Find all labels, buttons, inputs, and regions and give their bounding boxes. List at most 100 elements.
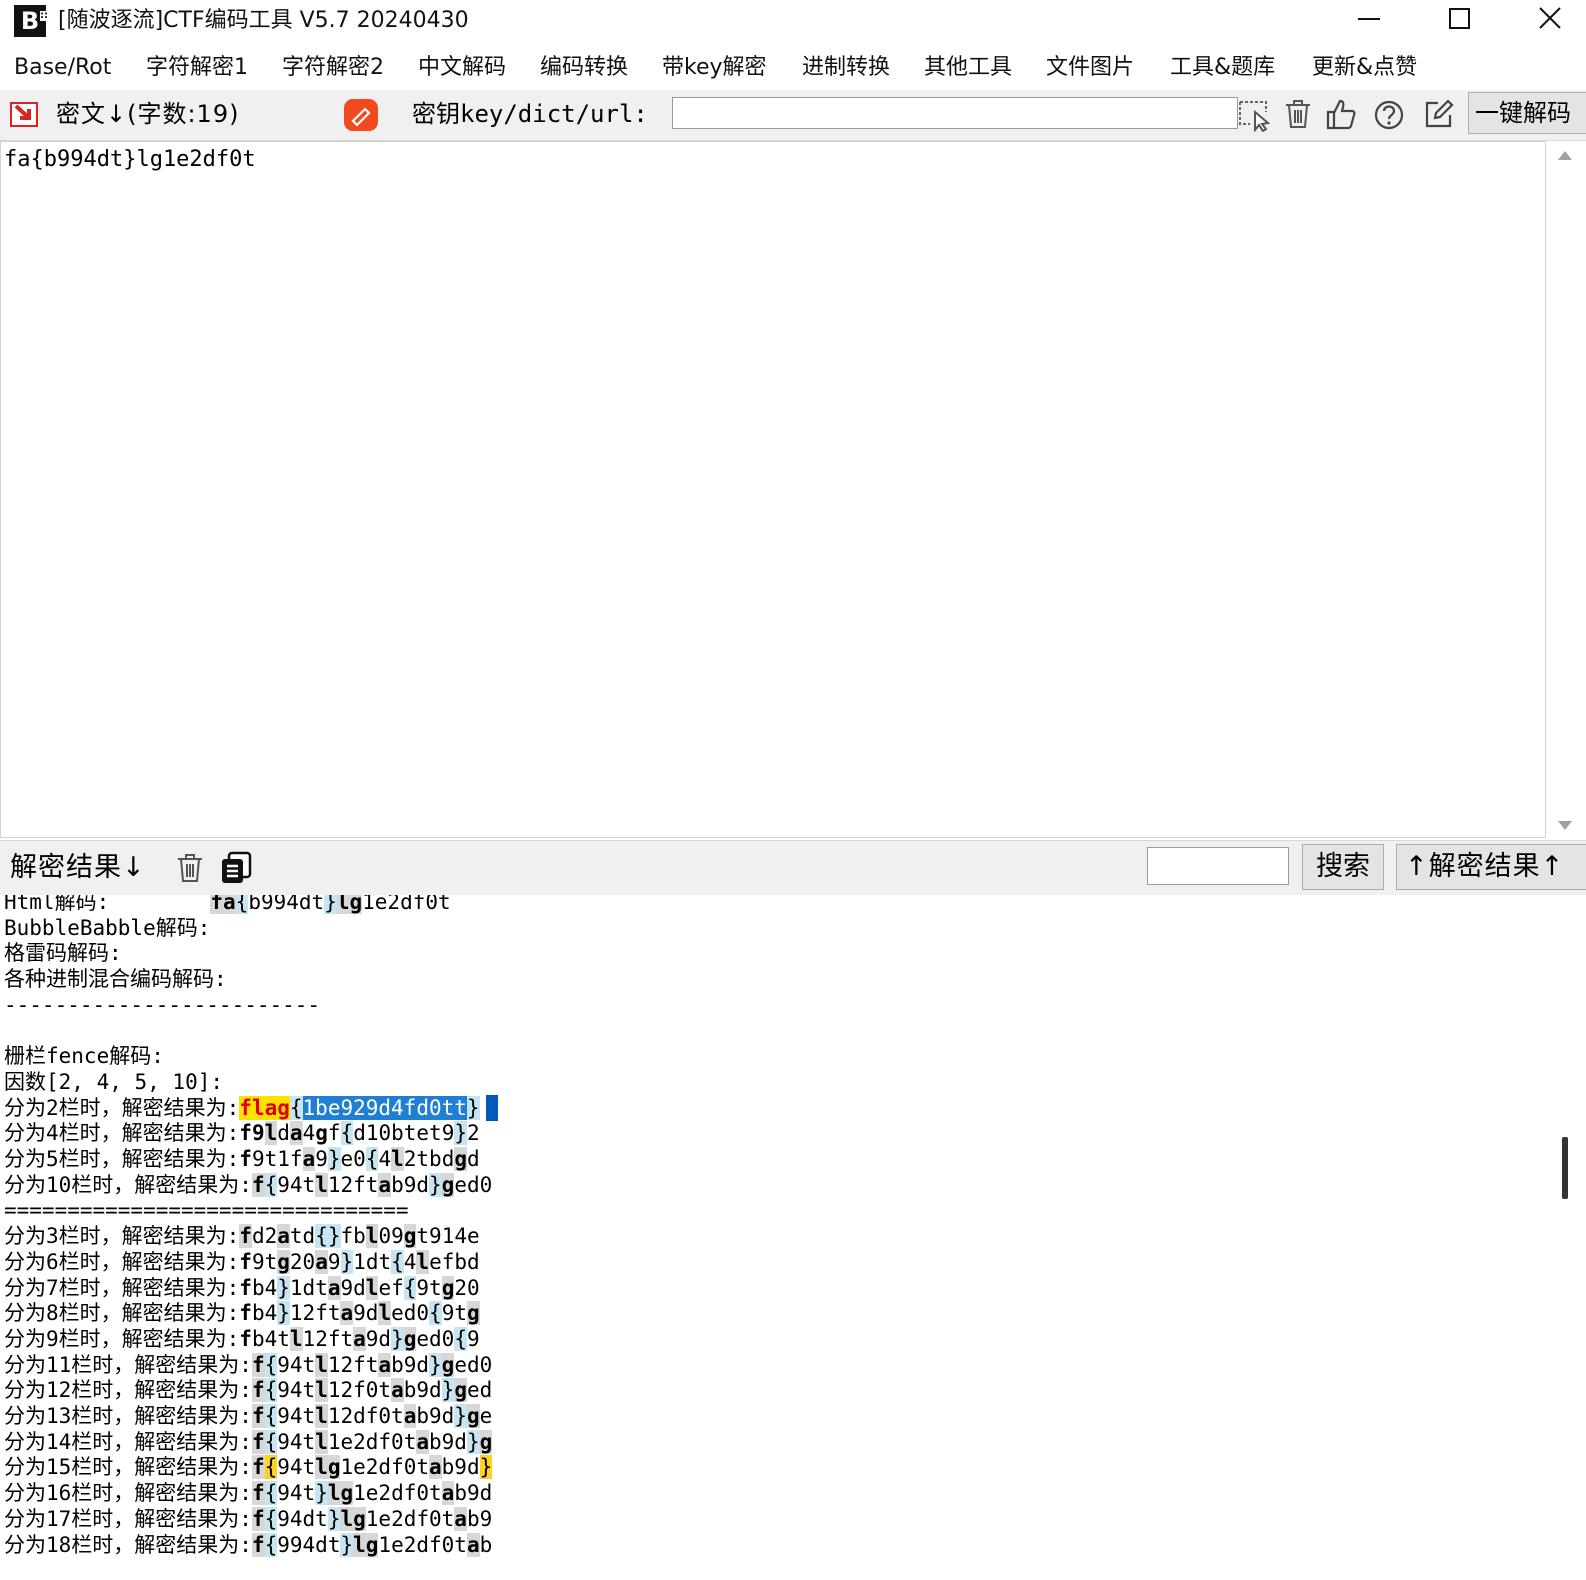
menu-encoding-convert[interactable]: 编码转换: [540, 53, 628, 83]
result-segment: ed0: [416, 1326, 455, 1351]
red-eraser-icon[interactable]: [344, 99, 378, 131]
result-segment: td: [289, 1224, 316, 1249]
result-segment: 分为18栏时，解密结果为:: [4, 1532, 252, 1557]
result-segment: 9t1f: [251, 1147, 303, 1171]
result-textarea[interactable]: Html解码: fa{b994dt}lg1e2df0t BubbleBabble解…: [0, 895, 1550, 1580]
result-segment: 分为11栏时，解密结果为:: [4, 1352, 252, 1377]
result-line: 格雷码解码:: [4, 940, 122, 966]
result-segment: {: [264, 1352, 278, 1377]
scroll-thumb[interactable]: [1562, 1137, 1568, 1199]
search-input[interactable]: [1147, 847, 1289, 885]
result-segment: 9t: [416, 1275, 442, 1300]
cipher-scrollbar[interactable]: [1550, 141, 1586, 838]
cipher-textarea[interactable]: fa{b994dt}lg1e2df0t: [0, 141, 1546, 838]
menu-radix-convert[interactable]: 进制转换: [802, 53, 890, 83]
result-segment: 分为4栏时，解密结果为:: [4, 1121, 240, 1146]
result-segment: 4: [403, 1249, 417, 1274]
result-segment: l: [315, 1172, 328, 1197]
menu-key-decrypt[interactable]: 带key解密: [662, 53, 767, 83]
result-line: 分为18栏时，解密结果为:f{994dt}lg1e2df0tab: [4, 1532, 492, 1558]
move-result-up-button[interactable]: ↑解密结果↑: [1396, 844, 1586, 890]
key-label: 密钥key/dict/url:: [412, 100, 648, 128]
red-download-arrow-icon[interactable]: [10, 100, 40, 128]
menu-update-like[interactable]: 更新&点赞: [1312, 53, 1417, 83]
result-segment: a: [378, 1352, 392, 1377]
trash-icon[interactable]: [1284, 99, 1312, 129]
result-segment: {: [289, 1095, 303, 1120]
result-segment: 94t: [277, 1481, 316, 1506]
result-segment: d2: [251, 1224, 278, 1249]
result-segment: l: [391, 1147, 404, 1171]
result-segment: {: [264, 1506, 278, 1531]
result-segment: f: [239, 1147, 252, 1171]
result-segment: a: [315, 1249, 328, 1274]
result-segment: a: [391, 1378, 404, 1403]
result-segment: a: [327, 1275, 341, 1300]
result-segment: 12ft: [327, 1172, 379, 1197]
result-segment: 1dt: [353, 1249, 392, 1274]
result-segment: 分为5栏时，解密结果为:: [4, 1147, 240, 1171]
result-line: 各种进制混合编码解码:: [4, 966, 227, 992]
result-segment: {: [391, 1249, 404, 1274]
result-line: 分为16栏时，解密结果为:f{94t}lg1e2df0tab9d: [4, 1480, 492, 1506]
menu-chinese-decode[interactable]: 中文解码: [418, 53, 506, 83]
result-segment: [109, 895, 210, 914]
result-segment: 分为16栏时，解密结果为:: [4, 1481, 252, 1506]
result-segment: b9d: [441, 1455, 480, 1480]
menu-other-tools[interactable]: 其他工具: [924, 53, 1012, 83]
scroll-down-icon[interactable]: [1558, 821, 1572, 830]
result-segment: 分为9栏时，解密结果为:: [4, 1326, 240, 1351]
copy-icon[interactable]: [220, 851, 252, 885]
trash-icon[interactable]: [176, 853, 204, 883]
menu-char-decode-1[interactable]: 字符解密1: [146, 53, 248, 83]
result-segment: 分为6栏时，解密结果为:: [4, 1249, 240, 1274]
menu-file-image[interactable]: 文件图片: [1046, 53, 1134, 83]
one-key-decode-button[interactable]: 一键解码: [1468, 92, 1586, 134]
result-segment: a: [454, 1506, 467, 1531]
help-circle-icon[interactable]: [1374, 100, 1404, 130]
result-segment: ed0: [454, 1172, 493, 1197]
edit-icon[interactable]: [1424, 99, 1454, 129]
result-segment: }: [479, 1455, 493, 1480]
result-segment: b4: [251, 1301, 278, 1326]
close-button[interactable]: [1510, 0, 1586, 44]
result-segment: 各种进制混合编码解码:: [4, 967, 227, 992]
result-segment: g: [403, 1224, 417, 1249]
result-line: 分为4栏时，解密结果为:f9lda4gf{d10btet9}2: [4, 1120, 480, 1146]
menu-char-decode-2[interactable]: 字符解密2: [282, 53, 384, 83]
search-button[interactable]: 搜索: [1302, 844, 1384, 890]
result-segment: }: [277, 1301, 290, 1326]
result-segment: 分为17栏时，解密结果为:: [4, 1506, 252, 1531]
result-segment: 1e2df0t: [340, 1455, 429, 1480]
result-segment: g: [441, 1352, 455, 1377]
result-segment: lg: [327, 1481, 354, 1506]
result-segment: lg: [340, 1506, 366, 1531]
result-segment: {: [264, 1455, 278, 1480]
result-segment: 格雷码解码:: [4, 941, 122, 966]
result-line: 因数[2, 4, 5, 10]:: [4, 1069, 223, 1095]
thumbs-up-icon[interactable]: [1326, 98, 1356, 130]
result-line: 分为13栏时，解密结果为:f{94tl12df0tab9d}ge: [4, 1403, 492, 1429]
menu-tools-questions[interactable]: 工具&题库: [1170, 53, 1275, 83]
menu-base-rot[interactable]: Base/Rot: [14, 53, 111, 83]
maximize-button[interactable]: [1420, 0, 1500, 44]
close-icon: [1539, 7, 1561, 29]
result-segment: a: [277, 1224, 290, 1249]
result-segment: f: [251, 1481, 265, 1506]
result-segment: f: [239, 1275, 252, 1300]
result-segment: 因数[2, 4, 5, 10]:: [4, 1069, 224, 1094]
result-line: 分为11栏时，解密结果为:f{94tl12ftab9d}ged0: [4, 1352, 492, 1378]
minimize-button[interactable]: [1330, 0, 1410, 44]
result-segment: }: [454, 1404, 467, 1428]
scroll-up-icon[interactable]: [1558, 151, 1572, 160]
cursor-select-icon[interactable]: [1238, 98, 1272, 132]
result-segment: lg: [336, 895, 363, 914]
result-segment: ================================: [4, 1198, 409, 1223]
result-segment: f: [239, 1301, 252, 1326]
result-segment: a: [353, 1326, 366, 1351]
result-segment: Html解码:: [4, 895, 110, 914]
result-segment: efbd: [429, 1249, 480, 1274]
key-input[interactable]: [672, 97, 1238, 129]
result-scrollbar[interactable]: [1550, 895, 1586, 1580]
result-segment: l: [365, 1224, 379, 1249]
